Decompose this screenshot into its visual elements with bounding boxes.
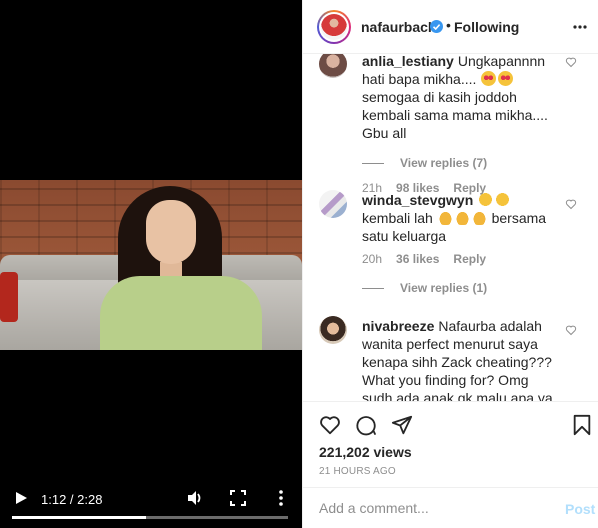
video-more-icon[interactable] xyxy=(274,489,288,507)
share-icon[interactable] xyxy=(391,414,413,436)
comment-item: winda_stevgwyn kembali lah bersama satu … xyxy=(303,190,598,290)
reply-button[interactable]: Reply xyxy=(453,252,486,266)
verified-icon xyxy=(430,20,443,33)
following-button[interactable]: Following xyxy=(454,19,519,35)
heart-eyes-emoji-icon xyxy=(498,71,514,86)
heart-icon[interactable] xyxy=(319,414,341,436)
video-scene-person-body xyxy=(100,276,262,350)
post-header: nafaurbach • Following xyxy=(303,0,598,54)
add-comment-bar: Post xyxy=(303,487,598,528)
comment-text: winda_stevgwyn kembali lah bersama satu … xyxy=(362,192,547,244)
video-scene-person-face xyxy=(146,200,196,264)
more-options-icon[interactable] xyxy=(573,18,587,36)
comment-time[interactable]: 20h xyxy=(362,252,382,266)
comment-username[interactable]: nivabreeze xyxy=(362,318,434,334)
pray-emoji-icon xyxy=(437,210,453,225)
post-button[interactable]: Post xyxy=(565,501,595,517)
avatar[interactable] xyxy=(317,10,351,44)
clap-emoji-icon xyxy=(478,192,494,207)
view-replies-button[interactable]: View replies (1) xyxy=(362,281,487,295)
comment-text: anlia_lestiany Ungkapannnn hati bapa mikh… xyxy=(362,54,548,141)
post-timestamp[interactable]: 21 HOURS AGO xyxy=(319,466,396,477)
comment-item: nivabreeze Nafaurba adalah wanita perfect… xyxy=(303,316,598,401)
video-frame[interactable] xyxy=(0,180,302,350)
comment-icon[interactable] xyxy=(355,414,377,436)
comment-like-heart-icon[interactable] xyxy=(565,56,577,68)
comment-like-heart-icon[interactable] xyxy=(565,198,577,210)
video-player[interactable]: 1:12 / 2:28 xyxy=(0,0,302,528)
video-progress-bar[interactable] xyxy=(12,516,288,519)
video-scene-red-object xyxy=(0,272,18,322)
pray-emoji-icon xyxy=(454,210,470,225)
view-replies-line xyxy=(362,288,384,290)
fullscreen-icon[interactable] xyxy=(230,490,246,506)
comment-avatar[interactable] xyxy=(319,316,347,344)
comment-text: nivabreeze Nafaurba adalah wanita perfect… xyxy=(362,318,553,401)
heart-eyes-emoji-icon xyxy=(481,71,497,86)
pray-emoji-icon xyxy=(471,210,487,225)
comment-input[interactable] xyxy=(319,498,539,518)
bookmark-icon[interactable] xyxy=(571,414,593,436)
comment-avatar[interactable] xyxy=(319,54,347,78)
play-icon[interactable] xyxy=(14,491,28,505)
clap-emoji-icon xyxy=(495,192,511,207)
comments-list[interactable]: anlia_lestiany Ungkapannnn hati bapa mikh… xyxy=(303,54,598,401)
video-controls: 1:12 / 2:28 xyxy=(0,478,302,528)
video-time: 1:12 / 2:28 xyxy=(41,492,103,507)
username-link[interactable]: nafaurbach xyxy=(361,19,436,35)
comment-avatar[interactable] xyxy=(319,190,347,218)
comment-like-heart-icon[interactable] xyxy=(565,324,577,336)
comment-likes[interactable]: 36 likes xyxy=(396,252,439,266)
video-progress-fill xyxy=(12,516,147,519)
view-replies-button[interactable]: View replies (7) xyxy=(362,156,487,170)
comment-meta: 20h 36 likes Reply xyxy=(362,252,500,266)
post-side-panel: nafaurbach • Following anlia_lestiany Ung… xyxy=(302,0,598,528)
view-count[interactable]: 221,202 views xyxy=(319,444,412,460)
post-actions: 221,202 views 21 HOURS AGO xyxy=(303,401,598,487)
volume-icon[interactable] xyxy=(186,489,204,507)
avatar-image xyxy=(321,14,347,40)
comment-username[interactable]: anlia_lestiany xyxy=(362,54,454,69)
view-replies-line xyxy=(362,163,384,165)
comment-username[interactable]: winda_stevgwyn xyxy=(362,192,473,208)
header-separator: • xyxy=(446,17,451,33)
